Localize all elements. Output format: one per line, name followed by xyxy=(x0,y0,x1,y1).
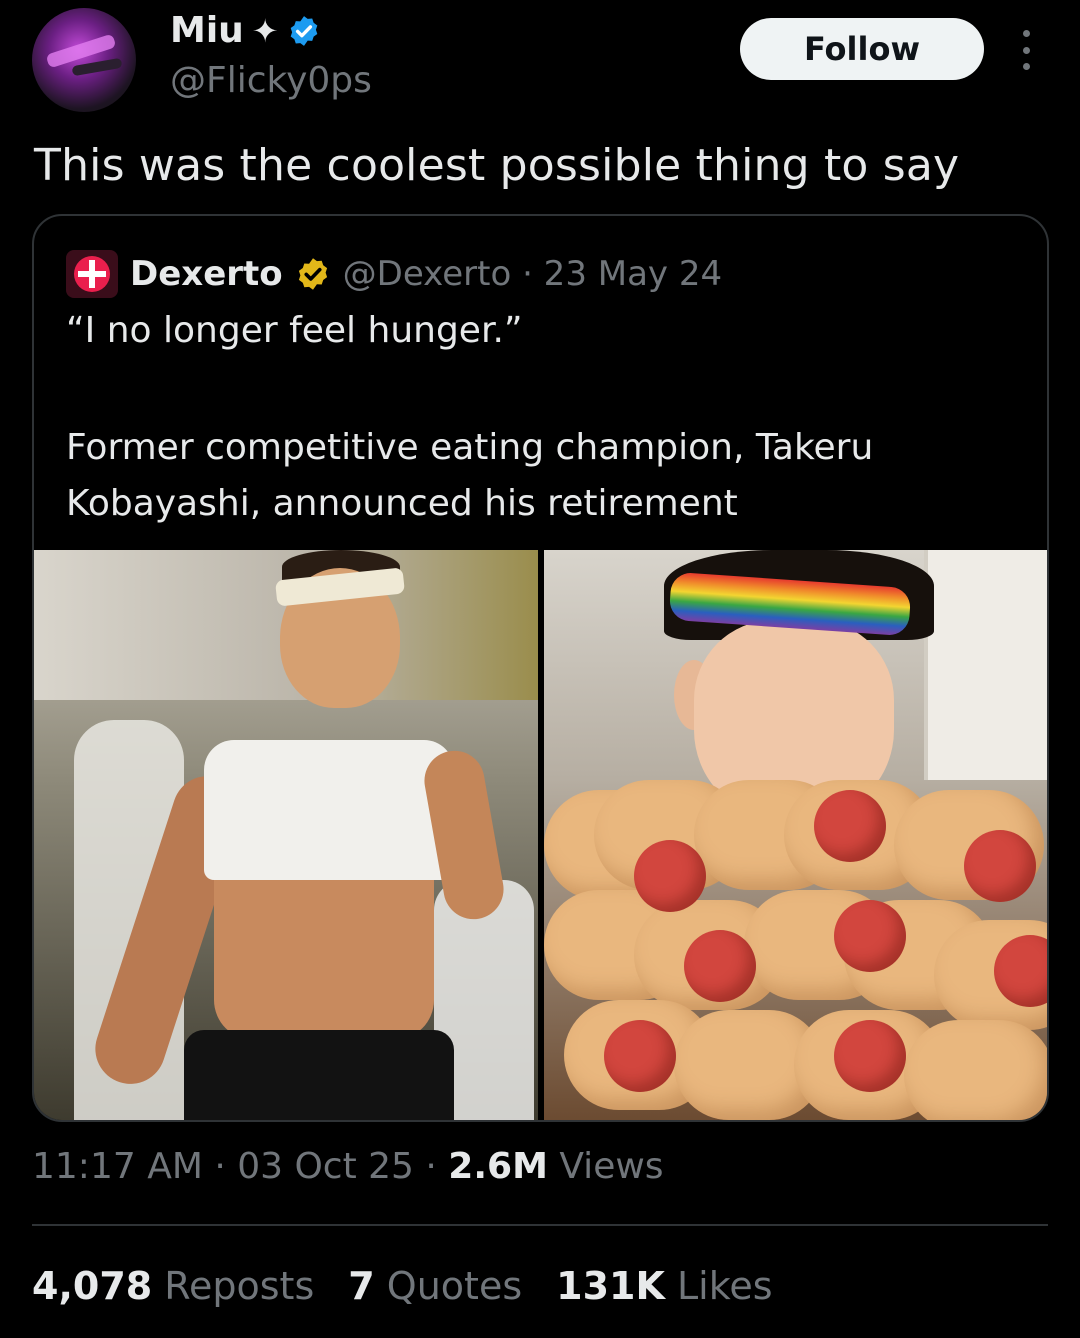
likes-stat[interactable]: 131K Likes xyxy=(556,1264,772,1308)
more-options-icon[interactable] xyxy=(1016,30,1036,70)
divider xyxy=(32,1224,1048,1226)
tweet-text: This was the coolest possible thing to s… xyxy=(34,140,960,191)
tweet-timestamp[interactable]: 11:17 AM · 03 Oct 25 · 2.6M Views xyxy=(32,1146,664,1187)
quotes-label: Quotes xyxy=(386,1264,523,1308)
likes-label: Likes xyxy=(677,1264,773,1308)
reposts-label: Reposts xyxy=(164,1264,315,1308)
quoted-image-right[interactable] xyxy=(544,550,1047,1120)
quoted-author-name: Dexerto xyxy=(130,254,283,294)
quotes-stat[interactable]: 7 Quotes xyxy=(348,1264,522,1308)
views-label: Views xyxy=(547,1146,664,1187)
reposts-count: 4,078 xyxy=(32,1264,153,1308)
follow-button[interactable]: Follow xyxy=(740,18,984,80)
quoted-tweet[interactable]: Dexerto @Dexerto · 23 May 24 “I no longe… xyxy=(32,214,1049,1122)
quoted-text-body: Former competitive eating champion, Take… xyxy=(66,427,874,524)
author-name-row: Miu ✦ xyxy=(170,10,321,51)
author-avatar[interactable] xyxy=(32,8,136,112)
sparkle-icon: ✦ xyxy=(251,11,279,50)
dexerto-logo-icon xyxy=(66,250,118,298)
views-count: 2.6M xyxy=(448,1146,548,1187)
quoted-header: Dexerto @Dexerto · 23 May 24 xyxy=(66,250,722,298)
likes-count: 131K xyxy=(556,1264,665,1308)
quoted-image-left[interactable] xyxy=(34,550,538,1120)
quotes-count: 7 xyxy=(348,1264,375,1308)
reposts-stat[interactable]: 4,078 Reposts xyxy=(32,1264,314,1308)
time-date: 11:17 AM · 03 Oct 25 · xyxy=(32,1146,449,1187)
author-handle[interactable]: @Flicky0ps xyxy=(170,60,372,101)
quoted-handle-date: @Dexerto · 23 May 24 xyxy=(342,254,723,294)
engagement-stats: 4,078 Reposts 7 Quotes 131K Likes xyxy=(32,1264,773,1308)
author-name[interactable]: Miu xyxy=(170,10,244,51)
avatar-decoration xyxy=(71,57,123,77)
verified-badge-icon xyxy=(290,15,317,46)
gold-verified-badge-icon xyxy=(298,258,327,290)
quoted-text-quote: “I no longer feel hunger.” xyxy=(66,310,523,351)
